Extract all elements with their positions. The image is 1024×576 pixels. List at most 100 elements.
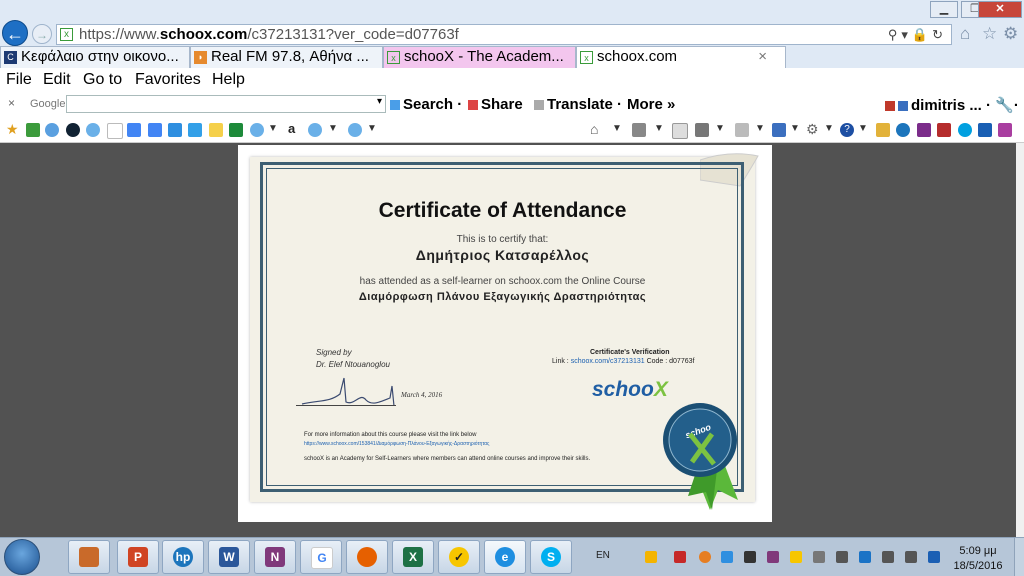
dropdown-icon[interactable]: ▼: [328, 123, 342, 137]
ie-icon[interactable]: [86, 123, 100, 137]
taskbar-app-word[interactable]: W: [208, 540, 250, 574]
help-icon[interactable]: ?: [840, 123, 854, 137]
windows-icon[interactable]: [188, 123, 202, 137]
onenote-icon[interactable]: [767, 551, 779, 563]
translate-button[interactable]: Translate ·: [534, 96, 622, 113]
tray-app-icon[interactable]: [674, 551, 686, 563]
dropdown-icon[interactable]: ▼: [268, 123, 282, 137]
mail-icon[interactable]: [672, 123, 688, 139]
taskbar-app-chrome[interactable]: G: [300, 540, 342, 574]
menu-go-to[interactable]: Go to: [83, 71, 122, 89]
norton-icon[interactable]: [790, 551, 802, 563]
amazon-icon[interactable]: a: [288, 121, 302, 136]
bluetooth-icon[interactable]: [978, 123, 992, 137]
favorites-star-icon[interactable]: ☆: [982, 24, 997, 44]
toolbar-close-icon[interactable]: ×: [8, 96, 15, 110]
tab-3[interactable]: x schooX - The Academ...: [383, 46, 576, 68]
menu-favorites[interactable]: Favorites: [135, 71, 201, 89]
taskbar-app-norton[interactable]: ✓: [438, 540, 480, 574]
dropdown-icon[interactable]: ▼: [755, 123, 769, 137]
taskbar-app-ie[interactable]: e: [484, 540, 526, 574]
ie-icon[interactable]: [45, 123, 59, 137]
google-icon[interactable]: [148, 123, 162, 137]
dropdown-icon[interactable]: ▾: [901, 27, 912, 42]
gear-icon[interactable]: ⚙: [1003, 24, 1018, 44]
share-button[interactable]: Share: [468, 96, 523, 113]
safety-icon[interactable]: [772, 123, 786, 137]
show-desktop-button[interactable]: [1014, 538, 1024, 576]
taskbar-app-firefox[interactable]: [346, 540, 388, 574]
scrollbar[interactable]: [1016, 143, 1024, 537]
tab-4[interactable]: x schoox.com ×: [576, 46, 786, 68]
fav-link-icon[interactable]: [66, 123, 80, 137]
search-button[interactable]: Search ·: [390, 96, 462, 113]
address-bar-icons[interactable]: ⚲▾🔒↻: [888, 27, 947, 43]
dropdown-icon[interactable]: ▼: [367, 123, 381, 137]
onenote-icon[interactable]: [998, 123, 1012, 137]
start-button[interactable]: [4, 539, 40, 575]
favorites-star-icon[interactable]: ★: [6, 121, 20, 137]
windows-icon[interactable]: [168, 123, 182, 137]
print-icon[interactable]: [695, 123, 709, 137]
fav-link-icon[interactable]: [107, 123, 123, 139]
more-button[interactable]: More »: [627, 96, 675, 113]
language-indicator[interactable]: EN: [596, 550, 610, 561]
tab-close-icon[interactable]: ×: [758, 47, 767, 67]
dropdown-icon[interactable]: ▼: [715, 123, 729, 137]
tray-app-icon[interactable]: [744, 551, 756, 563]
tray-app-icon[interactable]: [859, 551, 871, 563]
taskbar-app-skype[interactable]: S: [530, 540, 572, 574]
menu-file[interactable]: File: [6, 71, 32, 89]
dropdown-icon[interactable]: ▼: [858, 123, 872, 137]
user-menu[interactable]: dimitris ... · 🔧·: [885, 96, 1019, 114]
close-window-button[interactable]: ✕: [978, 1, 1022, 18]
address-bar[interactable]: x https://www.schoox.com/c37213131?ver_c…: [56, 24, 952, 45]
dropdown-icon[interactable]: ▼: [654, 123, 668, 137]
onenote-icon[interactable]: [937, 123, 951, 137]
dropdown-icon[interactable]: ▼: [612, 123, 626, 137]
course-link[interactable]: https://www.schoox.com/153841/Διαμόρφωση…: [304, 441, 489, 447]
back-button[interactable]: ←: [2, 20, 28, 46]
gear-icon[interactable]: ⚙: [806, 121, 820, 137]
tray-app-icon[interactable]: [813, 551, 825, 563]
ie-icon[interactable]: [348, 123, 362, 137]
ie-icon[interactable]: [250, 123, 264, 137]
network-icon[interactable]: [882, 551, 894, 563]
menu-edit[interactable]: Edit: [43, 71, 71, 89]
taskbar-app-files[interactable]: [68, 540, 110, 574]
warning-icon[interactable]: [645, 551, 657, 563]
dropdown-icon[interactable]: ▾: [377, 96, 382, 107]
taskbar-app-onenote[interactable]: N: [254, 540, 296, 574]
page-icon[interactable]: [735, 123, 749, 137]
forward-button[interactable]: →: [32, 24, 52, 44]
hp-icon[interactable]: [896, 123, 910, 137]
tray-app-icon[interactable]: [699, 551, 711, 563]
google-icon[interactable]: [127, 123, 141, 137]
windows-icon[interactable]: [721, 551, 733, 563]
lock-icon[interactable]: 🔒: [912, 27, 932, 42]
taskbar-app-powerpoint[interactable]: P: [117, 540, 159, 574]
google-search-input[interactable]: ▾: [66, 95, 386, 113]
pen-icon[interactable]: [876, 123, 890, 137]
bluetooth-icon[interactable]: [928, 551, 940, 563]
fav-link-icon[interactable]: [26, 123, 40, 137]
taskbar-app-excel[interactable]: X: [392, 540, 434, 574]
dropdown-icon[interactable]: ▼: [790, 123, 804, 137]
verification-link[interactable]: schoox.com/c37213131: [571, 358, 645, 365]
tab-2[interactable]: ◗ Real FM 97.8, Αθήνα ...: [190, 46, 383, 68]
feeds-icon[interactable]: [632, 123, 646, 137]
tab-1[interactable]: C Κεφάλαιο στην οικονο...: [0, 46, 190, 68]
fav-link-icon[interactable]: [229, 123, 243, 137]
onenote-icon[interactable]: [917, 123, 931, 137]
dropdown-icon[interactable]: ▼: [824, 123, 838, 137]
sun-icon[interactable]: [209, 123, 223, 137]
taskbar-app-hp[interactable]: hp: [162, 540, 204, 574]
clock[interactable]: 5:09 μμ 18/5/2016: [948, 544, 1008, 574]
skype-icon[interactable]: [958, 123, 972, 137]
home-icon[interactable]: ⌂: [960, 24, 970, 44]
volume-icon[interactable]: [905, 551, 917, 563]
refresh-icon[interactable]: ↻: [932, 27, 947, 42]
minimize-button[interactable]: ▁: [930, 1, 958, 18]
menu-help[interactable]: Help: [212, 71, 245, 89]
search-icon[interactable]: ⚲: [888, 27, 902, 42]
